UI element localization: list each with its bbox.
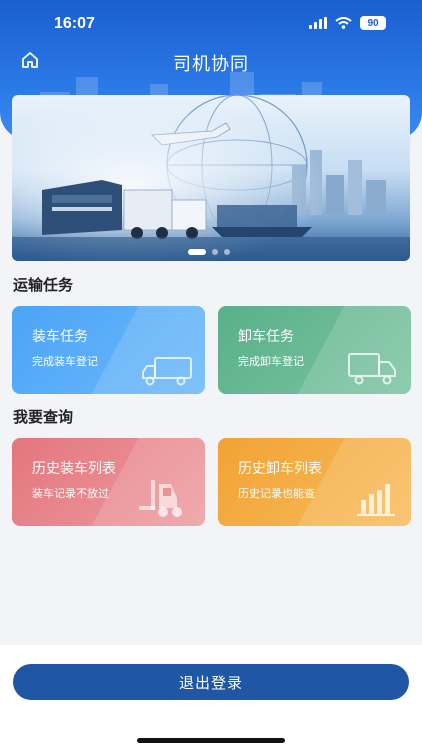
truck-icon (348, 353, 396, 385)
carousel-indicators (188, 249, 230, 255)
card-title: 历史卸车列表 (238, 461, 322, 477)
forklift-icon (139, 480, 182, 517)
card-title: 历史装车列表 (32, 461, 116, 477)
section-title-transport: 运输任务 (13, 276, 74, 294)
carousel-dot[interactable] (212, 249, 218, 255)
carousel-dot[interactable] (224, 249, 230, 255)
unloading-task-card[interactable]: 卸车任务 完成卸车登记 (218, 306, 411, 394)
navigation-bar: 司机协同 (0, 44, 422, 80)
status-time: 16:07 (54, 15, 95, 32)
carousel-dot-active[interactable] (188, 249, 206, 255)
banner-logistics-image (12, 95, 410, 261)
banner-carousel[interactable] (12, 95, 410, 261)
card-title: 卸车任务 (238, 329, 294, 345)
loading-history-card[interactable]: 历史装车列表 装车记录不放过 (12, 438, 205, 526)
logout-button[interactable]: 退出登录 (13, 664, 409, 700)
status-icons: 90 (309, 16, 386, 30)
battery-icon: 90 (360, 16, 386, 30)
card-subtitle: 历史记录也能查 (238, 487, 315, 500)
home-indicator (137, 738, 285, 743)
unloading-history-card[interactable]: 历史卸车列表 历史记录也能查 (218, 438, 411, 526)
section-title-query: 我要查询 (13, 408, 74, 426)
bar-chart-icon (357, 484, 395, 516)
wifi-icon (335, 17, 352, 29)
card-subtitle: 完成装车登记 (32, 355, 98, 368)
truck-icon (142, 357, 192, 386)
card-title: 装车任务 (32, 329, 88, 345)
signal-icon (309, 17, 327, 29)
card-subtitle: 装车记录不放过 (32, 487, 109, 500)
card-subtitle: 完成卸车登记 (238, 355, 304, 368)
loading-task-card[interactable]: 装车任务 完成装车登记 (12, 306, 205, 394)
page-title: 司机协同 (173, 54, 249, 75)
status-bar: 16:07 90 (0, 0, 422, 46)
